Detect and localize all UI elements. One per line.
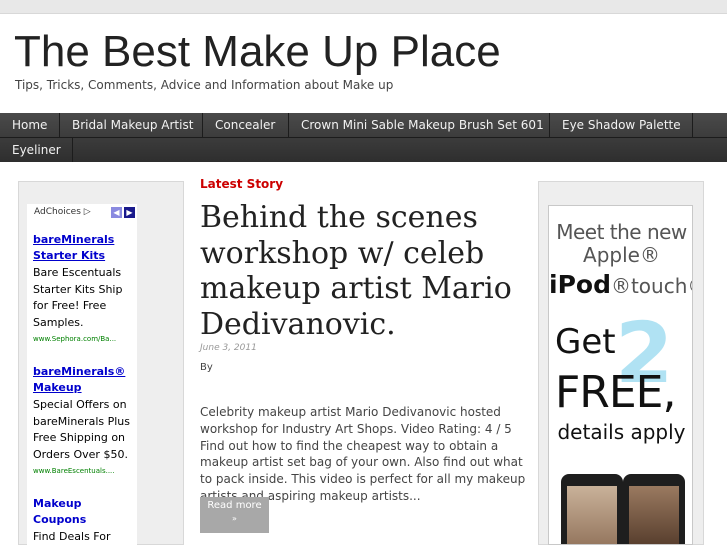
nav-item-bridal-makeup-artist[interactable]: Bridal Makeup Artist: [60, 113, 203, 137]
device-image: [561, 474, 623, 544]
adchoices-icon: ▷: [83, 207, 91, 217]
adchoices-link[interactable]: AdChoices ▷: [34, 207, 91, 217]
nav-item-concealer[interactable]: Concealer: [203, 113, 289, 137]
nav-item-crown-brush-set[interactable]: Crown Mini Sable Makeup Brush Set 601: [289, 113, 550, 137]
chevron-left-icon[interactable]: ◀: [111, 207, 122, 218]
post-byline: By: [200, 362, 213, 373]
ad-title-link[interactable]: Makeup Coupons: [33, 496, 135, 528]
banner-brand: Apple®: [583, 243, 660, 267]
banner-product-name: iPod®touch®: [549, 270, 692, 299]
main-navigation: Home Bridal Makeup Artist Concealer Crow…: [0, 113, 727, 162]
chevron-down-icon: »: [232, 514, 237, 523]
ad-title-link[interactable]: bareMinerals Starter Kits: [33, 232, 135, 264]
banner-details-text: details apply: [557, 420, 686, 444]
site-title[interactable]: The Best Make Up Place: [14, 26, 501, 78]
ad-description: Special Offers on bareMinerals Plus Free…: [33, 398, 130, 461]
device-image: [623, 474, 685, 544]
latest-story-heading: Latest Story: [200, 177, 284, 191]
read-more-button[interactable]: Read more »: [200, 497, 269, 533]
nav-item-home[interactable]: Home: [0, 113, 60, 137]
ad-title-link[interactable]: bareMinerals® Makeup: [33, 364, 135, 396]
nav-row-divider: [0, 137, 727, 138]
chevron-right-icon[interactable]: ▶: [124, 207, 135, 218]
post-title-link[interactable]: Behind the scenes workshop w/ celeb make…: [200, 200, 520, 342]
banner-get-text: Get: [555, 322, 616, 362]
ad-url[interactable]: www.BareEscentuals....: [33, 466, 135, 477]
ad-description: Bare Escentuals Starter Kits Ship for Fr…: [33, 266, 123, 329]
ad-description: Find Deals For Your Favorite Twin: [33, 530, 111, 543]
nav-item-eye-shadow-palette[interactable]: Eye Shadow Palette: [550, 113, 693, 137]
post-date: June 3, 2011: [200, 343, 257, 353]
site-tagline: Tips, Tricks, Comments, Advice and Infor…: [15, 78, 394, 92]
nav-item-eyeliner[interactable]: Eyeliner: [0, 138, 73, 162]
ad-item: Makeup Coupons Find Deals For Your Favor…: [33, 496, 135, 545]
ad-item: bareMinerals Starter Kits Bare Escentual…: [33, 232, 135, 345]
left-ad-unit: AdChoices ▷ ◀ ▶ bareMinerals Starter Kit…: [27, 204, 137, 545]
read-more-label: Read more: [207, 500, 262, 511]
banner-free-text: FREE,: [555, 367, 676, 418]
post-excerpt: Celebrity makeup artist Mario Dedivanovi…: [200, 405, 526, 503]
ad-item: bareMinerals® Makeup Special Offers on b…: [33, 364, 135, 477]
ipod-touch-ad-banner[interactable]: Meet the new Apple® iPod®touch® 2 Get FR…: [548, 205, 693, 545]
top-strip: [0, 0, 727, 14]
ad-url[interactable]: www.Sephora.com/Ba...: [33, 334, 135, 345]
banner-headline: Meet the new: [556, 220, 687, 244]
